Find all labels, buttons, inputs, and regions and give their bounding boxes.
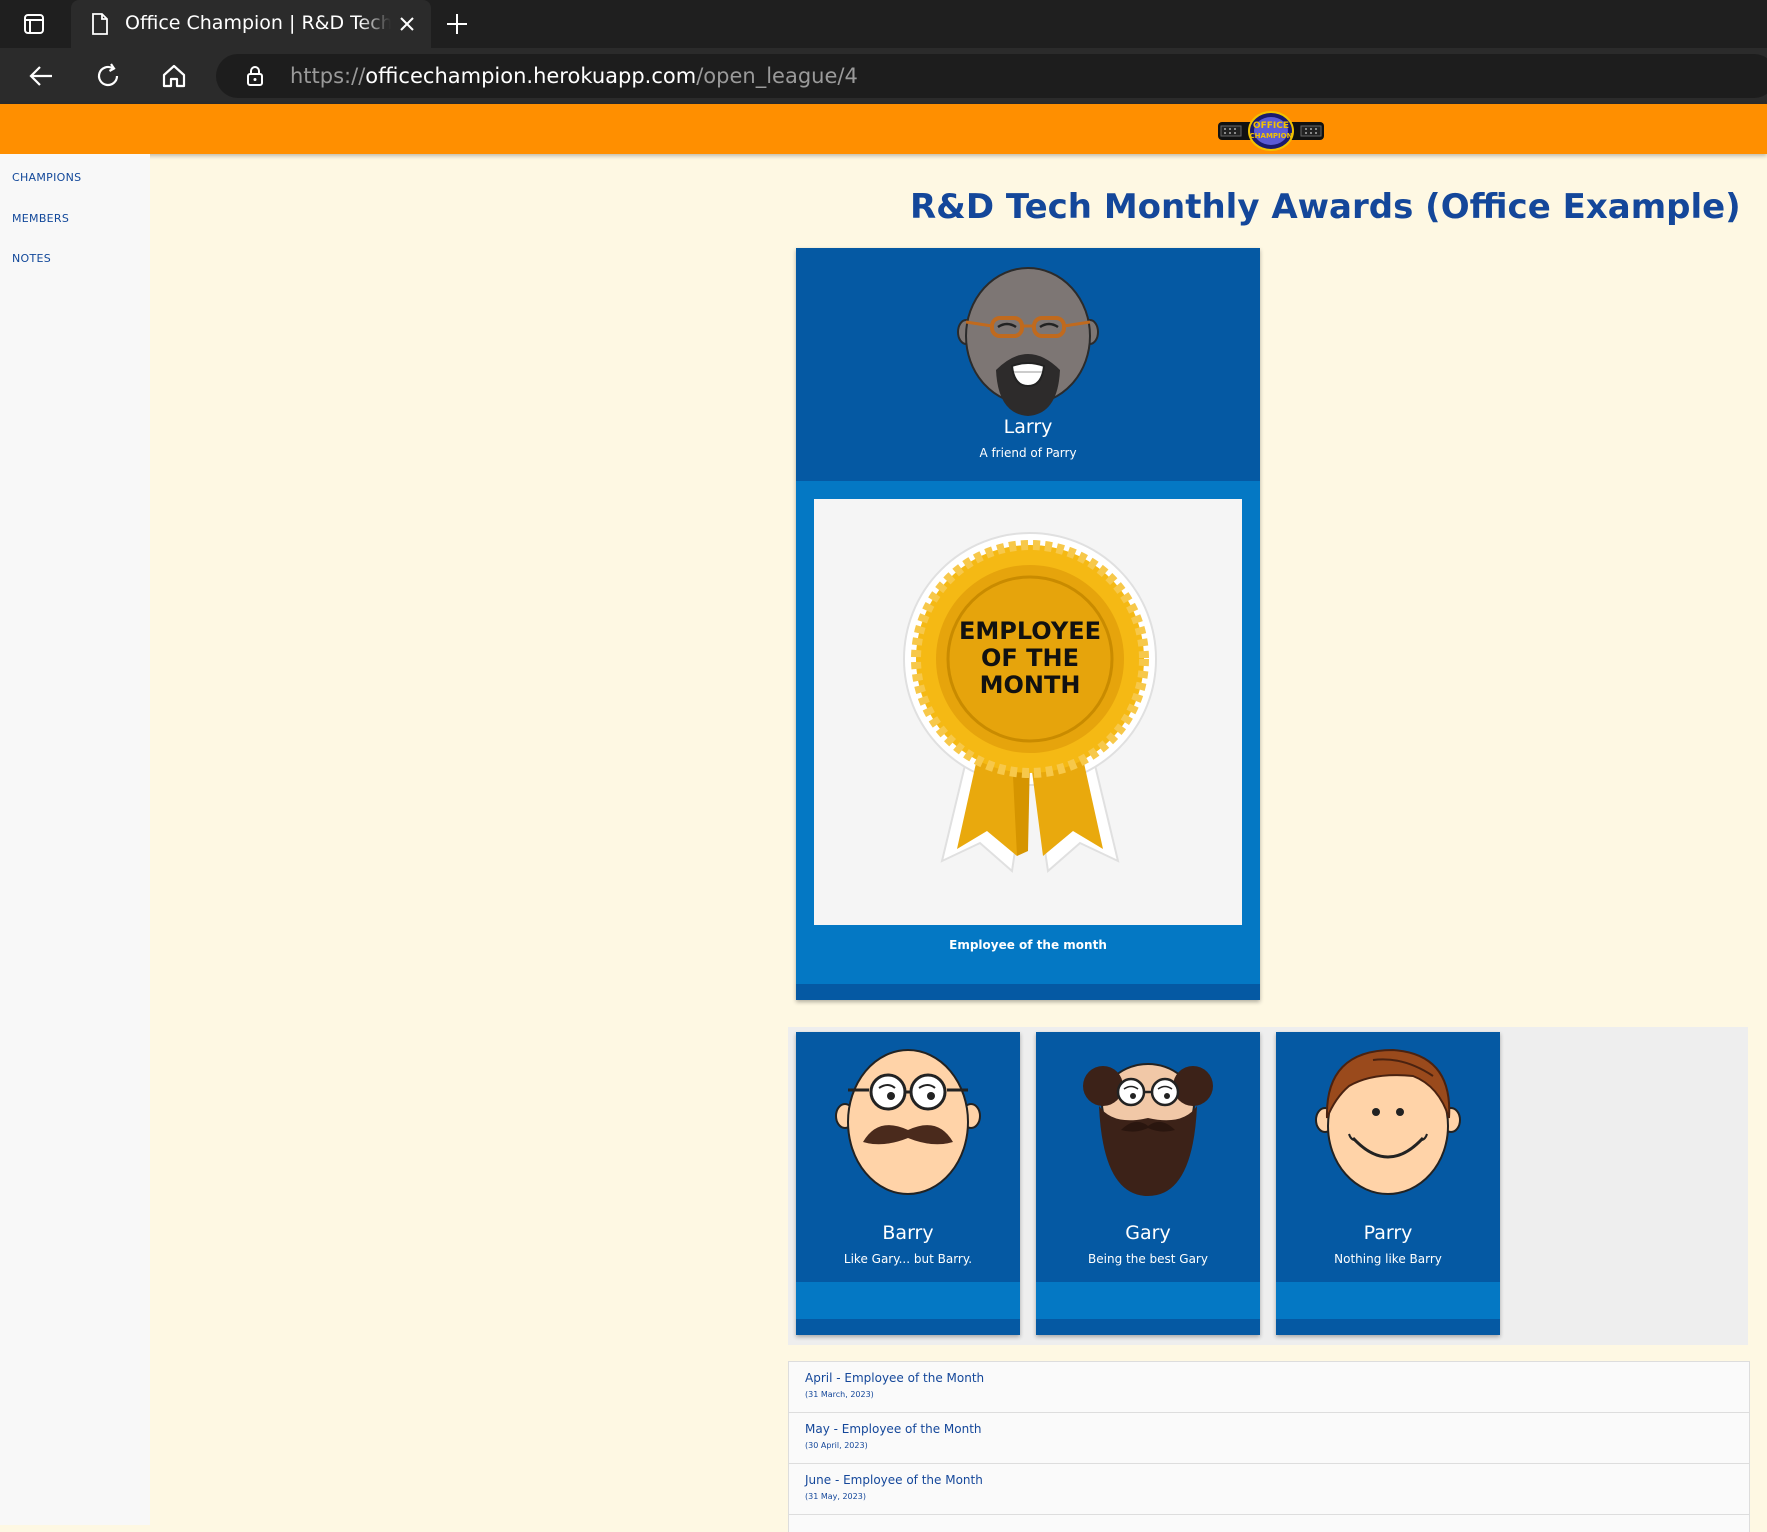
app-header: OFFICE CHAMPION xyxy=(0,104,1767,154)
member-card-header: Gary Being the best Gary xyxy=(1036,1032,1260,1282)
champion-name: Larry xyxy=(1003,416,1053,438)
svg-text:OFFICE: OFFICE xyxy=(1253,121,1289,131)
svg-text:CHAMPION: CHAMPION xyxy=(1250,132,1293,140)
browser-tab-bar: Office Champion | R&D Tech Monthly Award… xyxy=(0,0,1767,48)
award-medal-icon: EMPLOYEE OF THE MONTH xyxy=(903,532,1157,873)
office-champion-logo[interactable]: OFFICE CHAMPION xyxy=(1216,111,1326,151)
member-name: Parry xyxy=(1363,1222,1413,1244)
reload-icon[interactable] xyxy=(93,61,123,91)
member-card-barry[interactable]: Barry Like Gary... but Barry. xyxy=(796,1032,1020,1335)
award-history-list: April - Employee of the Month (31 March,… xyxy=(788,1361,1750,1532)
award-image-box: EMPLOYEE OF THE MONTH xyxy=(814,499,1242,925)
champion-card-header: Larry A friend of Parry xyxy=(796,248,1260,481)
back-icon[interactable] xyxy=(26,61,56,91)
active-tab[interactable]: Office Champion | R&D Tech Monthly Award… xyxy=(71,0,431,48)
list-item[interactable]: June - Employee of the Month (31 May, 20… xyxy=(789,1464,1749,1515)
list-item[interactable]: May - Employee of the Month (30 April, 2… xyxy=(789,1413,1749,1464)
history-title[interactable]: May - Employee of the Month xyxy=(805,1422,982,1436)
member-name: Gary xyxy=(1125,1222,1171,1244)
address-bar[interactable]: https://officechampion.herokuapp.com/ope… xyxy=(216,54,1767,98)
new-tab-icon[interactable] xyxy=(444,11,470,37)
champion-card-footer xyxy=(796,984,1260,1000)
champion-description: A friend of Parry xyxy=(979,446,1077,460)
history-date: (30 April, 2023) xyxy=(805,1441,868,1450)
list-item[interactable]: April - Employee of the Month (31 March,… xyxy=(789,1362,1749,1413)
members-row: Barry Like Gary... but Barry. Gary Being… xyxy=(788,1027,1748,1345)
history-title[interactable]: April - Employee of the Month xyxy=(805,1371,984,1385)
member-card-header: Barry Like Gary... but Barry. xyxy=(796,1032,1020,1282)
tab-actions-icon[interactable] xyxy=(22,12,46,36)
url-path: /open_league/4 xyxy=(696,64,858,88)
url-domain: officechampion.herokuapp.com xyxy=(365,64,697,88)
member-name: Barry xyxy=(882,1222,934,1244)
sidebar-item-members[interactable]: MEMBERS xyxy=(12,212,69,225)
browser-nav-bar: https://officechampion.herokuapp.com/ope… xyxy=(0,48,1767,104)
page-icon xyxy=(92,13,108,35)
champion-card[interactable]: Larry A friend of Parry EMPLOYEE OF THE … xyxy=(796,248,1260,1000)
member-description: Nothing like Barry xyxy=(1334,1252,1442,1266)
award-badge-line-1: EMPLOYEE xyxy=(959,617,1101,645)
sidebar: CHAMPIONS MEMBERS NOTES xyxy=(0,154,150,1525)
award-badge-line-2: OF THE xyxy=(981,644,1079,672)
member-card-parry[interactable]: Parry Nothing like Barry xyxy=(1276,1032,1500,1335)
barry-avatar xyxy=(835,1049,981,1195)
history-title[interactable]: June - Employee of the Month xyxy=(805,1473,983,1487)
close-tab-icon[interactable] xyxy=(397,14,417,34)
sidebar-item-notes[interactable]: NOTES xyxy=(12,252,51,265)
parry-avatar xyxy=(1315,1048,1461,1195)
member-card-gary[interactable]: Gary Being the best Gary xyxy=(1036,1032,1260,1335)
tab-title: Office Champion | R&D Tech Monthly Award… xyxy=(125,12,391,34)
member-card-footer xyxy=(796,1319,1020,1335)
member-card-header: Parry Nothing like Barry xyxy=(1276,1032,1500,1282)
member-description: Like Gary... but Barry. xyxy=(843,1252,973,1266)
url-text[interactable]: https://officechampion.herokuapp.com/ope… xyxy=(290,64,858,88)
member-card-footer xyxy=(1276,1319,1500,1335)
url-protocol: https:// xyxy=(290,64,366,88)
history-date: (31 March, 2023) xyxy=(805,1390,874,1399)
lock-icon[interactable] xyxy=(244,65,266,87)
award-badge-line-3: MONTH xyxy=(980,671,1081,699)
member-description: Being the best Gary xyxy=(1088,1252,1208,1266)
home-icon[interactable] xyxy=(159,61,189,91)
gary-avatar xyxy=(1083,1063,1213,1196)
larry-avatar xyxy=(957,267,1099,416)
award-caption: Employee of the month xyxy=(949,938,1107,952)
member-card-footer xyxy=(1036,1319,1260,1335)
sidebar-item-champions[interactable]: CHAMPIONS xyxy=(12,171,81,184)
page-title: R&D Tech Monthly Awards (Office Example) xyxy=(910,187,1741,227)
history-date: (31 May, 2023) xyxy=(805,1492,866,1501)
